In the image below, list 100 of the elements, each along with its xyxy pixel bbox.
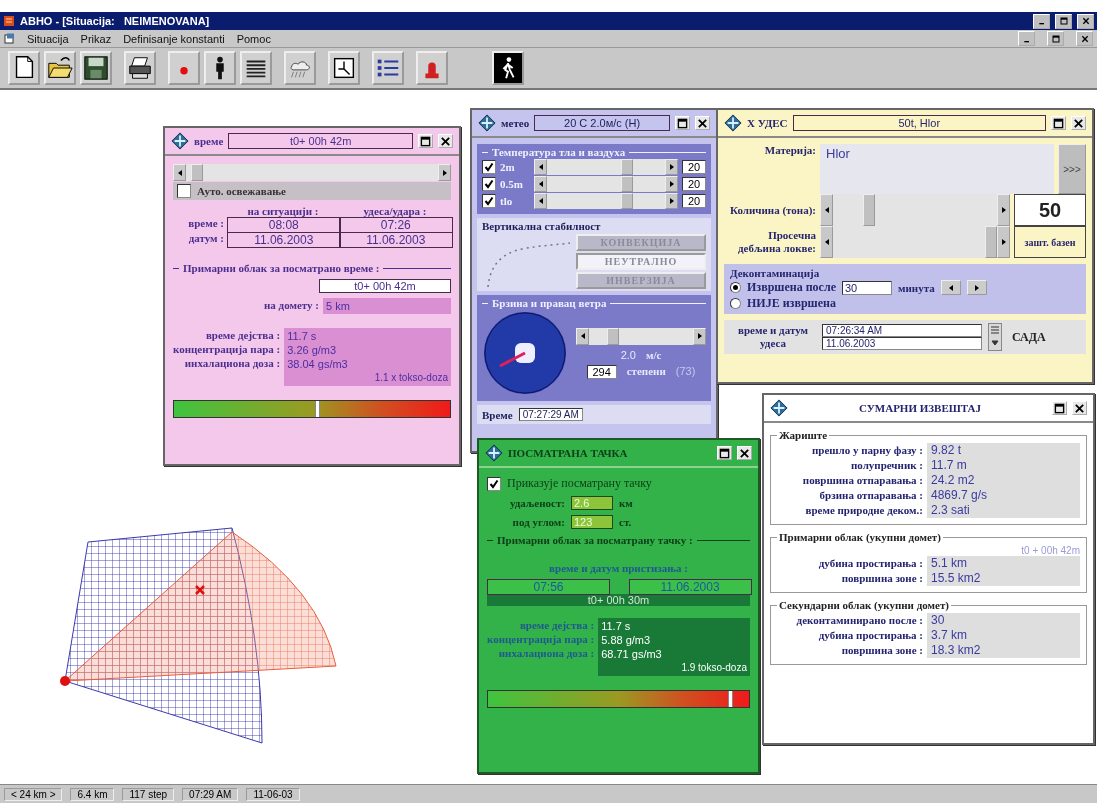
scroll-right-button[interactable] (693, 327, 706, 345)
scroll-right-button[interactable] (997, 194, 1010, 226)
move-icon[interactable] (485, 444, 503, 462)
section-title: Примарни облак за посматрану тачку : (497, 534, 693, 546)
section-title: Брзина и правац ветра (492, 297, 607, 309)
checkbox[interactable] (482, 160, 496, 174)
field-value: 18.3 km2 (927, 643, 1080, 658)
checkbox[interactable] (482, 194, 496, 208)
scroll-right-button[interactable] (665, 176, 678, 192)
slider-thumb[interactable] (607, 327, 620, 345)
field-value: 3.26 g/m3 (287, 343, 338, 357)
field-value: 30 (927, 613, 1080, 628)
more-button[interactable]: >>> (1058, 144, 1086, 194)
amount-field[interactable]: 50 (1014, 194, 1086, 226)
group-title: Примарни облак (укупни домет) (778, 531, 942, 543)
move-icon[interactable] (770, 399, 788, 417)
table-cell: 07:26 (339, 217, 453, 233)
field-label: концентрација пара : (487, 631, 595, 646)
field-label: концентрација пара : (173, 342, 281, 356)
scroll-right-button[interactable] (665, 159, 678, 175)
scroll-left-button[interactable] (534, 159, 547, 175)
scroll-left-button[interactable] (820, 226, 833, 258)
scroll-right-button[interactable] (665, 193, 678, 209)
unit-label: ст. (619, 516, 632, 528)
date-field[interactable]: 11.06.2003 (822, 337, 982, 350)
field-value: 9.82 t (927, 443, 1080, 458)
slider-thumb[interactable] (190, 164, 203, 181)
radio-button[interactable] (730, 298, 741, 309)
dose-note: 1.9 tokso-doza (680, 660, 747, 675)
status-text: 11-06-03 (246, 787, 300, 801)
restore-icon[interactable] (1051, 34, 1060, 43)
value-field[interactable]: 20 (682, 194, 706, 208)
time-field[interactable]: 07:27:29 AM (518, 408, 583, 421)
scroll-right-button[interactable] (997, 226, 1010, 258)
field-value: 5.88 g/m3 (601, 632, 652, 647)
slider-thumb[interactable] (863, 194, 876, 226)
document-icon (4, 33, 15, 44)
wind-dial[interactable] (482, 310, 568, 396)
move-icon[interactable] (171, 132, 189, 150)
row-label: tlo (500, 195, 514, 207)
minimize-button[interactable] (1033, 13, 1050, 29)
field-label: време дејства : (519, 617, 595, 632)
maximize-button[interactable] (1055, 13, 1072, 29)
decrease-button[interactable] (940, 280, 961, 295)
scroll-left-button[interactable] (820, 194, 833, 226)
field-label: удаљеност: (508, 497, 565, 509)
close-button[interactable] (1076, 31, 1093, 46)
time-field[interactable]: 07:26:34 AM (822, 324, 982, 337)
field-label: инхалациона доза : (498, 645, 595, 660)
window-title: метео (501, 117, 530, 129)
field-label: брзина отпаравања : (818, 488, 924, 503)
checkbox[interactable] (482, 177, 496, 191)
field-value: 38.04 gs/m3 (287, 357, 349, 371)
table-cell: 11.06.2003 (339, 231, 453, 248)
field-value: 3.7 km (927, 628, 1080, 643)
restore-button[interactable] (1047, 31, 1064, 46)
minutes-field[interactable]: 30 (842, 280, 892, 295)
value-field[interactable]: 20 (682, 177, 706, 191)
direction-note: (73) (675, 364, 696, 379)
time-field: t0+ 00h 42m (319, 279, 451, 293)
menu-item[interactable]: Pomoc (236, 32, 271, 45)
value-field[interactable]: 20 (682, 160, 706, 174)
scroll-left-button[interactable] (534, 193, 547, 209)
column-header: на ситуацији : (246, 205, 320, 217)
direction-unit: степени (626, 364, 666, 379)
close-icon[interactable] (1080, 34, 1089, 43)
scroll-left-button[interactable] (534, 176, 547, 192)
date-field: 11.06.2003 (628, 579, 752, 595)
field-label: време дејства : (205, 328, 281, 342)
checkbox[interactable] (487, 476, 501, 491)
close-button[interactable] (1077, 13, 1094, 29)
restore-icon[interactable] (1059, 17, 1068, 25)
menu-item[interactable]: Situacija (27, 32, 69, 45)
move-icon[interactable] (478, 114, 496, 132)
direction-field[interactable]: 294 (586, 364, 617, 379)
radio-button[interactable] (730, 282, 741, 293)
scroll-left-button[interactable] (173, 164, 186, 181)
radio-label: НИЈЕ извршена (747, 296, 836, 311)
checkbox[interactable] (177, 184, 191, 198)
slider-thumb[interactable] (621, 176, 634, 192)
increase-button[interactable] (966, 280, 987, 295)
status-text: < 24 km > (4, 787, 63, 801)
slider-thumb[interactable] (621, 159, 634, 175)
speed-value: 2.0 (620, 348, 636, 361)
checkbox-label: Приказује посматрану тачку (507, 476, 652, 491)
menu-item[interactable]: Definisanje konstanti (123, 32, 225, 45)
field-label: дубина простирања : (817, 628, 924, 643)
slider-thumb[interactable] (985, 226, 997, 258)
window-title: СУМАРНИ ИЗВЕШТАЈ (858, 402, 982, 414)
menu-item[interactable]: Prikaz (80, 32, 112, 45)
section-title: Деконтаминација (730, 267, 821, 279)
spinner-icon[interactable] (988, 323, 1002, 351)
move-icon[interactable] (724, 114, 742, 132)
close-icon[interactable] (1081, 17, 1090, 25)
slider-thumb[interactable] (621, 193, 634, 209)
minutes-unit: минута (898, 281, 935, 294)
field-value: 11.7 s (287, 329, 318, 343)
scroll-left-button[interactable] (576, 327, 589, 345)
scroll-right-button[interactable] (438, 164, 451, 181)
title-field: 20 C 2.0м/с (Н) (534, 115, 670, 131)
